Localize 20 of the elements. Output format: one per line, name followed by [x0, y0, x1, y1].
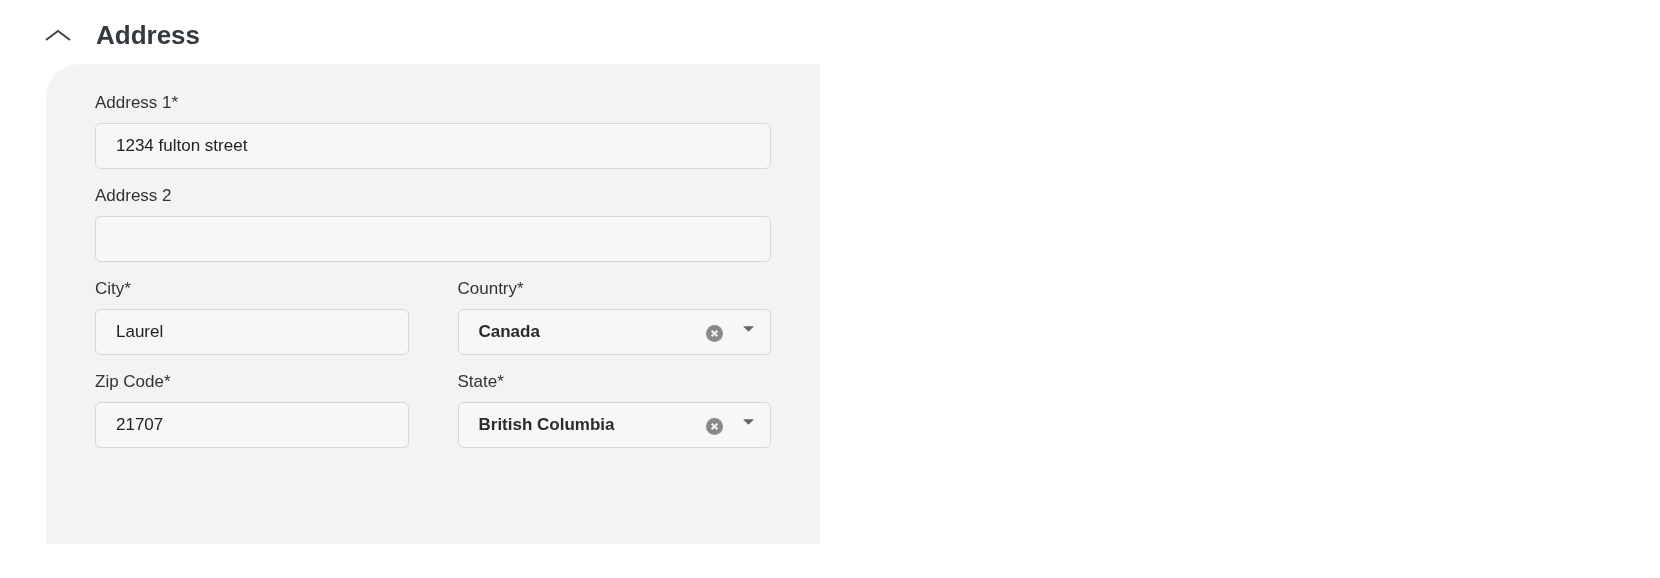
section-title: Address — [96, 19, 201, 52]
field-label: Country* — [457, 278, 525, 300]
dropdown-caret-icon[interactable] — [743, 326, 754, 332]
clear-icon[interactable] — [706, 418, 723, 435]
select-field[interactable]: British Columbia — [457, 402, 771, 448]
select-value: British Columbia — [478, 414, 616, 437]
field-label: Address 1* — [95, 92, 180, 114]
dropdown-caret-icon[interactable] — [743, 419, 754, 425]
select-field[interactable]: Canada — [457, 309, 771, 355]
field-label: Address 2 — [95, 185, 173, 207]
field-label: City* — [95, 278, 132, 300]
collapse-toggle[interactable] — [44, 28, 72, 42]
input-field[interactable] — [95, 216, 771, 262]
field-label: State* — [457, 371, 505, 393]
select-value: Canada — [478, 321, 541, 344]
field-label: Zip Code* — [95, 371, 172, 393]
input-field[interactable]: 21707 — [95, 402, 409, 448]
input-field[interactable]: Laurel — [95, 309, 409, 355]
input-field[interactable]: 1234 fulton street — [95, 123, 771, 169]
clear-icon[interactable] — [706, 325, 723, 342]
